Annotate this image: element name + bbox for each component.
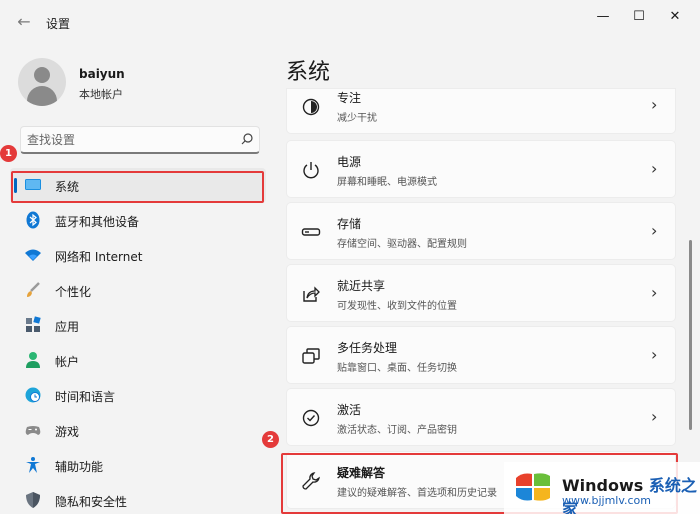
search-icon[interactable] — [239, 131, 255, 147]
card-title: 专注 — [337, 91, 362, 105]
sidebar-item-bluetooth[interactable]: 蓝牙和其他设备 — [10, 203, 266, 238]
card-title: 多任务处理 — [337, 341, 398, 355]
check-circle-icon — [302, 409, 320, 427]
page-title: 系统 — [286, 60, 331, 85]
card-subtitle: 可发现性、收到文件的位置 — [337, 301, 457, 312]
storage-icon — [301, 228, 321, 236]
sidebar-item-label: 个性化 — [55, 285, 92, 299]
back-button[interactable]: ← — [12, 10, 36, 34]
sidebar-nav: 系统 蓝牙和其他设备 网络和 Internet 个性化 应用 帐户 时间和语言 … — [10, 168, 266, 514]
sidebar-item-privacy[interactable]: 隐私和安全性 — [10, 483, 266, 514]
card-nearby-share[interactable]: 就近共享 可发现性、收到文件的位置 › — [286, 264, 676, 322]
sidebar-item-gaming[interactable]: 游戏 — [10, 413, 266, 448]
brush-icon — [27, 282, 40, 297]
watermark-url: www.bjjmlv.com — [562, 494, 651, 507]
sidebar-item-label: 网络和 Internet — [55, 250, 143, 264]
app-title: 设置 — [46, 17, 71, 31]
globe-clock-icon — [25, 387, 41, 403]
chevron-right-icon: › — [651, 283, 658, 302]
avatar — [18, 58, 66, 106]
card-power[interactable]: 电源 屏幕和睡眠、电源模式 › — [286, 140, 676, 198]
user-profile[interactable]: baiyun 本地帐户 — [18, 56, 268, 106]
watermark-brand: Windows 系统之家 — [562, 472, 700, 514]
card-subtitle: 存储空间、驱动器、配置规则 — [337, 239, 467, 250]
user-name: baiyun — [79, 67, 125, 81]
bluetooth-icon — [26, 211, 40, 229]
share-icon — [303, 286, 320, 302]
focus-icon — [302, 98, 320, 116]
account-type: 本地帐户 — [79, 88, 123, 101]
sidebar-item-label: 游戏 — [55, 425, 80, 439]
sidebar-item-label: 帐户 — [55, 355, 80, 369]
search-box[interactable] — [20, 126, 260, 154]
card-activation[interactable]: 激活 激活状态、订阅、产品密钥 › — [286, 388, 676, 446]
watermark-brand-en: Windows — [562, 476, 644, 495]
sidebar-item-label: 应用 — [55, 320, 80, 334]
minimize-button[interactable]: — — [586, 6, 620, 28]
maximize-button[interactable]: ☐ — [622, 6, 656, 28]
main-content: 系统 专注 减少干扰 › 电源 屏幕和睡眠、电源模式 › 存储 存储空间、驱动器… — [276, 44, 700, 514]
card-title: 激活 — [337, 403, 362, 417]
step-badge-1: 1 — [0, 145, 17, 162]
card-subtitle: 贴靠窗口、桌面、任务切换 — [337, 363, 457, 374]
card-focus[interactable]: 专注 减少干扰 › — [286, 88, 676, 134]
sidebar-item-label: 隐私和安全性 — [55, 495, 128, 509]
multitask-icon — [302, 348, 320, 364]
sidebar-item-time-language[interactable]: 时间和语言 — [10, 378, 266, 413]
sidebar-item-label: 辅助功能 — [55, 460, 104, 474]
close-button[interactable]: ✕ — [658, 6, 692, 28]
card-title: 电源 — [337, 155, 362, 169]
gamepad-icon — [25, 426, 41, 435]
windows-logo-icon — [516, 473, 550, 501]
shield-icon — [26, 492, 40, 508]
card-subtitle: 减少干扰 — [337, 113, 377, 124]
watermark: Windows 系统之家 www.bjjmlv.com — [504, 462, 700, 514]
card-title: 存储 — [337, 217, 362, 231]
sidebar: baiyun 本地帐户 系统 — [0, 44, 276, 514]
card-multitasking[interactable]: 多任务处理 贴靠窗口、桌面、任务切换 › — [286, 326, 676, 384]
accessibility-icon — [26, 457, 40, 473]
scrollbar[interactable] — [689, 240, 692, 430]
chevron-right-icon: › — [651, 407, 658, 426]
chevron-right-icon: › — [651, 95, 658, 114]
step-badge-2: 2 — [262, 431, 279, 448]
search-input[interactable] — [27, 130, 227, 150]
title-bar: ← 设置 — ☐ ✕ — [0, 0, 700, 44]
chevron-right-icon: › — [651, 159, 658, 178]
card-subtitle: 屏幕和睡眠、电源模式 — [337, 177, 437, 188]
sidebar-item-apps[interactable]: 应用 — [10, 308, 266, 343]
card-subtitle: 激活状态、订阅、产品密钥 — [337, 425, 457, 436]
sidebar-item-accessibility[interactable]: 辅助功能 — [10, 448, 266, 483]
chevron-right-icon: › — [651, 221, 658, 240]
settings-window: ← 设置 — ☐ ✕ baiyun 本地帐户 查找设置 系统 蓝牙和其他设备 网… — [0, 0, 700, 514]
highlight-box-system — [11, 171, 264, 203]
apps-icon — [26, 316, 41, 332]
sidebar-item-personalization[interactable]: 个性化 — [10, 273, 266, 308]
chevron-right-icon: › — [651, 345, 658, 364]
power-icon — [303, 162, 319, 179]
sidebar-item-network[interactable]: 网络和 Internet — [10, 238, 266, 273]
person-icon — [26, 352, 40, 368]
sidebar-item-label: 蓝牙和其他设备 — [55, 215, 140, 229]
sidebar-item-accounts[interactable]: 帐户 — [10, 343, 266, 378]
wifi-icon — [25, 249, 41, 261]
card-storage[interactable]: 存储 存储空间、驱动器、配置规则 › — [286, 202, 676, 260]
card-title: 就近共享 — [337, 279, 386, 293]
sidebar-item-label: 时间和语言 — [55, 390, 116, 404]
